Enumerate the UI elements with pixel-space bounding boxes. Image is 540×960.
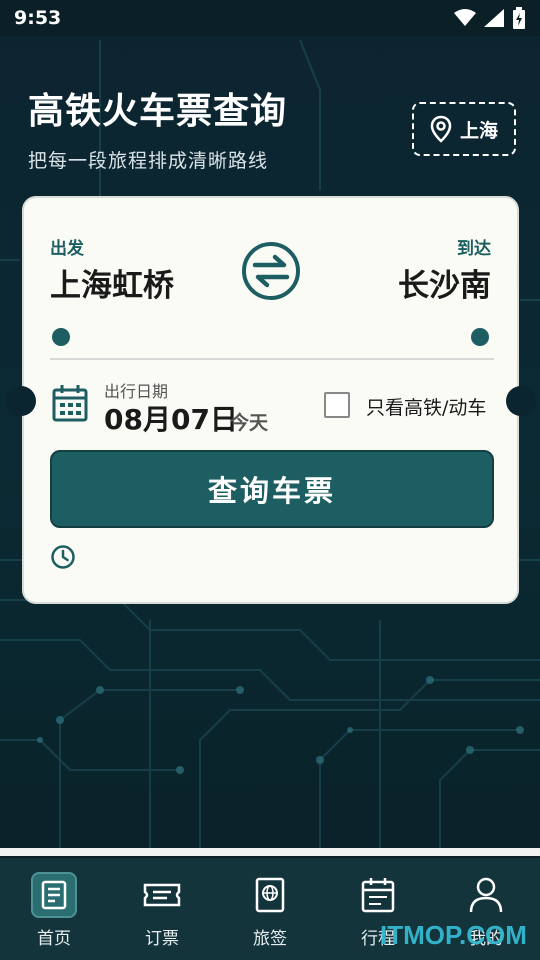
card-divider (50, 358, 494, 360)
signal-icon (484, 9, 504, 27)
tab-home[interactable]: 首页 (0, 858, 108, 960)
city-selector-button[interactable]: 上海 (412, 102, 516, 156)
calendar-icon (52, 385, 88, 422)
to-label: 到达 (457, 239, 491, 259)
page-subtitle: 把每一段旅程排成清晰路线 (28, 150, 269, 172)
ticket-icon (143, 883, 181, 907)
location-pin-icon (430, 115, 452, 143)
content-bottom-strip (0, 848, 540, 856)
highspeed-only-checkbox[interactable] (324, 392, 350, 418)
date-value[interactable]: 08月07日 (104, 398, 238, 438)
to-dot (471, 328, 489, 346)
status-time: 9:53 (14, 7, 62, 29)
tab-booking[interactable]: 订票 (108, 858, 216, 960)
person-icon (469, 877, 503, 913)
search-tickets-button[interactable]: 查询车票 (50, 450, 494, 528)
tab-home-label: 首页 (37, 929, 71, 949)
date-today-tag: 今天 (230, 412, 269, 434)
wifi-icon (454, 9, 476, 26)
city-selector-label: 上海 (459, 119, 498, 142)
from-label: 出发 (50, 239, 84, 259)
card-notch-left (6, 386, 36, 416)
status-bar: 9:53 (0, 0, 540, 36)
from-dot (52, 328, 70, 346)
swap-stations-button[interactable] (242, 242, 300, 300)
calendar-icon (361, 878, 395, 913)
tab-visa-label: 旅签 (253, 929, 287, 949)
page-title: 高铁火车票查询 (28, 91, 288, 132)
history-clock-icon[interactable] (50, 544, 76, 570)
passport-icon (255, 877, 285, 913)
swap-arrows-icon (252, 254, 290, 288)
home-doc-icon (41, 880, 67, 910)
to-station[interactable]: 长沙南 (398, 260, 491, 305)
highspeed-only-label[interactable]: 只看高铁/动车 (366, 393, 486, 420)
card-notch-right (506, 386, 536, 416)
from-station[interactable]: 上海虹桥 (50, 260, 174, 305)
tab-booking-label: 订票 (145, 929, 179, 949)
tab-visa[interactable]: 旅签 (216, 858, 324, 960)
battery-charging-icon (513, 7, 525, 29)
site-watermark: ITMOP.COM (380, 920, 527, 950)
ticket-search-card: 出发 上海虹桥 到达 长沙南 出行日期 08月07日 今天 只看高铁/动车 查询… (22, 196, 519, 604)
